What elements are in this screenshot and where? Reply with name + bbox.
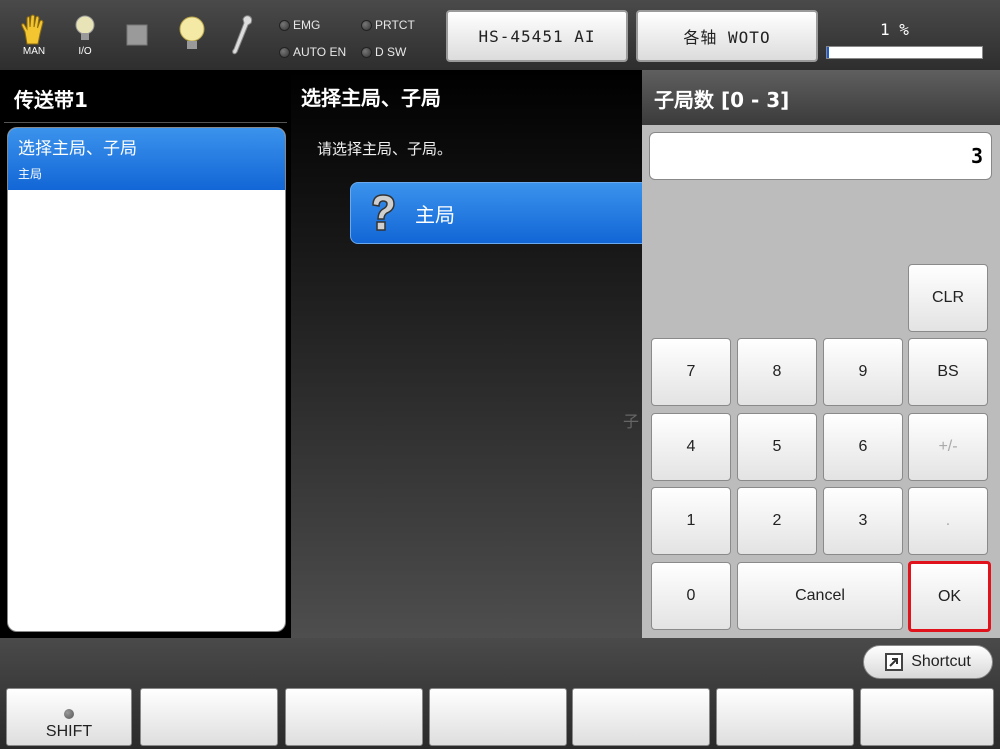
man-mode-button[interactable]: MAN xyxy=(14,10,54,60)
io-caption: I/O xyxy=(78,45,92,57)
function-key-4[interactable] xyxy=(572,688,710,746)
program-title: 传送带1 xyxy=(14,88,88,112)
prtct-label: PRTCT xyxy=(375,18,415,32)
shift-led-icon xyxy=(64,709,74,719)
axis-mode-button[interactable]: 各轴 WOTO xyxy=(636,10,818,62)
emg-indicator: EMG xyxy=(279,18,320,32)
dsw-indicator: D SW xyxy=(361,45,406,59)
emg-label: EMG xyxy=(293,18,321,32)
key-7[interactable]: 7 xyxy=(651,338,731,406)
master-choice-label: 主局 xyxy=(415,202,455,227)
step-list: 选择主局、子局 主局 xyxy=(7,127,286,632)
key-3[interactable]: 3 xyxy=(823,487,903,555)
dsw-label: D SW xyxy=(375,45,407,59)
robot-select-button[interactable]: HS-45451 AI xyxy=(446,10,628,62)
key-8[interactable]: 8 xyxy=(737,338,817,406)
speed-fill xyxy=(827,47,829,58)
instruction-text: 请选择主局、子局。 xyxy=(317,140,453,158)
key-2[interactable]: 2 xyxy=(737,487,817,555)
key-5[interactable]: 5 xyxy=(737,413,817,481)
bottom-bar: Shortcut SHIFT xyxy=(0,638,1000,749)
auto-en-indicator: AUTO EN xyxy=(279,45,346,59)
left-panel: 传送带1 选择主局、子局 主局 xyxy=(0,70,291,638)
shortcut-arrow-icon xyxy=(885,653,904,671)
function-key-5[interactable] xyxy=(716,688,854,746)
man-caption: MAN xyxy=(22,45,46,57)
keypad-title: 子局数 [0 - 3] xyxy=(654,88,790,112)
function-key-1[interactable] xyxy=(140,688,278,746)
io-button[interactable]: I/O xyxy=(67,10,103,60)
cancel-button[interactable]: Cancel xyxy=(737,562,903,630)
function-key-2[interactable] xyxy=(285,688,423,746)
list-item[interactable]: 选择主局、子局 主局 xyxy=(8,128,285,190)
shift-label: SHIFT xyxy=(45,723,93,740)
dsw-led-icon xyxy=(361,46,372,58)
lamp-icon xyxy=(179,16,205,49)
prtct-indicator: PRTCT xyxy=(361,18,415,32)
value-display[interactable]: 3 xyxy=(649,132,992,180)
sign-key[interactable]: +/- xyxy=(908,413,988,481)
divider xyxy=(4,122,287,123)
master-choice-button[interactable]: 主局 xyxy=(350,182,650,244)
auto-en-led-icon xyxy=(279,46,290,58)
bulb-icon xyxy=(75,15,95,40)
hidden-option-text: 子 xyxy=(623,412,640,431)
square-icon xyxy=(126,24,148,46)
key-1[interactable]: 1 xyxy=(651,487,731,555)
lamp-button[interactable] xyxy=(172,10,212,60)
key-6[interactable]: 6 xyxy=(823,413,903,481)
keypad-header: 子局数 [0 - 3] xyxy=(642,70,1000,125)
tool-button[interactable] xyxy=(226,10,258,60)
function-key-6[interactable] xyxy=(860,688,994,746)
decimal-key[interactable]: . xyxy=(908,487,988,555)
numeric-keypad-dialog: 子局数 [0 - 3] 3 CLR 7 8 9 BS 4 5 6 +/- 1 2… xyxy=(642,70,1000,638)
hand-icon xyxy=(21,14,44,44)
question-icon xyxy=(372,194,395,231)
list-item-sub: 主局 xyxy=(18,167,43,181)
list-item-label: 选择主局、子局 xyxy=(18,139,137,159)
shift-button[interactable]: SHIFT xyxy=(6,688,132,746)
emg-led-icon xyxy=(279,19,290,31)
status-indicators: EMG PRTCT AUTO EN D SW xyxy=(279,12,439,62)
function-key-3[interactable] xyxy=(429,688,567,746)
prtct-led-icon xyxy=(361,19,372,31)
wrench-icon xyxy=(232,15,253,55)
shortcut-label: Shortcut xyxy=(911,653,971,670)
speed-bar[interactable] xyxy=(826,46,983,59)
auto-en-label: AUTO EN xyxy=(293,45,347,59)
shortcut-button[interactable]: Shortcut xyxy=(863,645,993,679)
backspace-key[interactable]: BS xyxy=(908,338,988,406)
key-9[interactable]: 9 xyxy=(823,338,903,406)
speed-readout: 1 % xyxy=(880,20,909,39)
page-title: 选择主局、子局 xyxy=(301,86,441,110)
key-4[interactable]: 4 xyxy=(651,413,731,481)
stop-button[interactable] xyxy=(120,10,154,60)
key-0[interactable]: 0 xyxy=(651,562,731,630)
top-bar: MAN I/O EMG PRTCT AUTO EN D SW HS-45451 … xyxy=(0,0,1000,70)
clr-key[interactable]: CLR xyxy=(908,264,988,332)
ok-button[interactable]: OK xyxy=(908,561,991,632)
middle-panel: 选择主局、子局 请选择主局、子局。 主局 子 xyxy=(291,70,650,638)
